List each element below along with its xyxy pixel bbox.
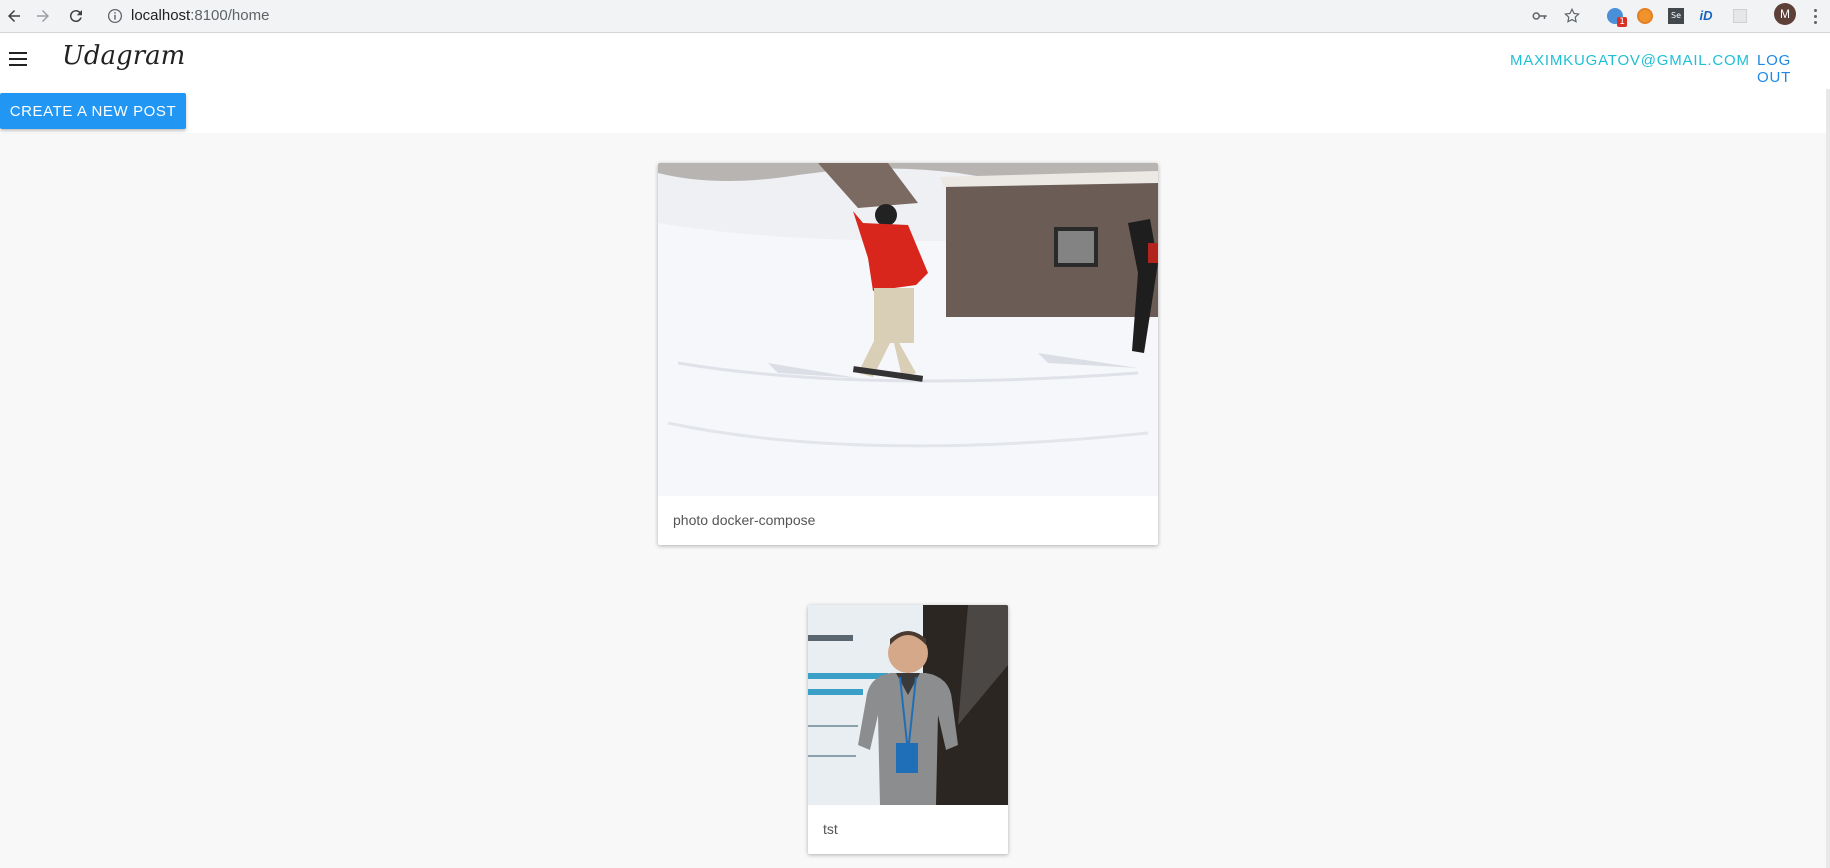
create-post-button[interactable]: CREATE A NEW POST (0, 93, 186, 129)
post-caption: tst (823, 821, 838, 837)
site-info-icon[interactable] (105, 6, 125, 26)
extension-selenium-icon[interactable]: Se (1664, 4, 1688, 28)
url-host: localhost (131, 7, 191, 24)
arrow-left-icon (8, 10, 20, 22)
profile-avatar[interactable]: M (1774, 3, 1796, 25)
profile-initial: M (1780, 7, 1790, 21)
post-image (658, 163, 1158, 496)
post-caption: photo docker-compose (673, 512, 816, 528)
feed-card: photo docker-compose (658, 163, 1158, 545)
logout-button[interactable]: LOG OUT (1757, 52, 1830, 86)
browser-toolbar: localhost:8100/home 1 Se iD M (0, 0, 1830, 33)
bookmark-star-icon[interactable] (1560, 4, 1584, 28)
extension-globe-icon[interactable]: 1 (1603, 4, 1627, 28)
action-bar (0, 89, 1830, 133)
reload-icon (69, 10, 82, 23)
arrow-right-icon (37, 10, 49, 22)
extension-badge: 1 (1617, 17, 1627, 27)
forward-button[interactable] (29, 2, 57, 30)
app-header: Udagram MAXIMKUGATOV@GMAIL.COM LOG OUT (0, 33, 1830, 89)
back-button[interactable] (0, 2, 28, 30)
extension-orange-icon[interactable] (1633, 4, 1657, 28)
extension-grey-icon[interactable] (1728, 4, 1752, 28)
url-path: :8100/home (190, 7, 270, 24)
feed-card: tst (808, 605, 1008, 854)
app-title: Udagram (62, 41, 186, 71)
address-bar[interactable]: localhost:8100/home (131, 4, 269, 28)
key-icon[interactable] (1528, 4, 1552, 28)
browser-menu-icon[interactable] (1808, 4, 1822, 28)
post-image (808, 605, 1008, 805)
reload-button[interactable] (62, 2, 90, 30)
hamburger-menu-icon[interactable] (6, 47, 30, 71)
user-email-link[interactable]: MAXIMKUGATOV@GMAIL.COM (1510, 52, 1750, 69)
extension-id-icon[interactable]: iD (1694, 4, 1718, 28)
scrollbar[interactable] (1826, 89, 1830, 868)
